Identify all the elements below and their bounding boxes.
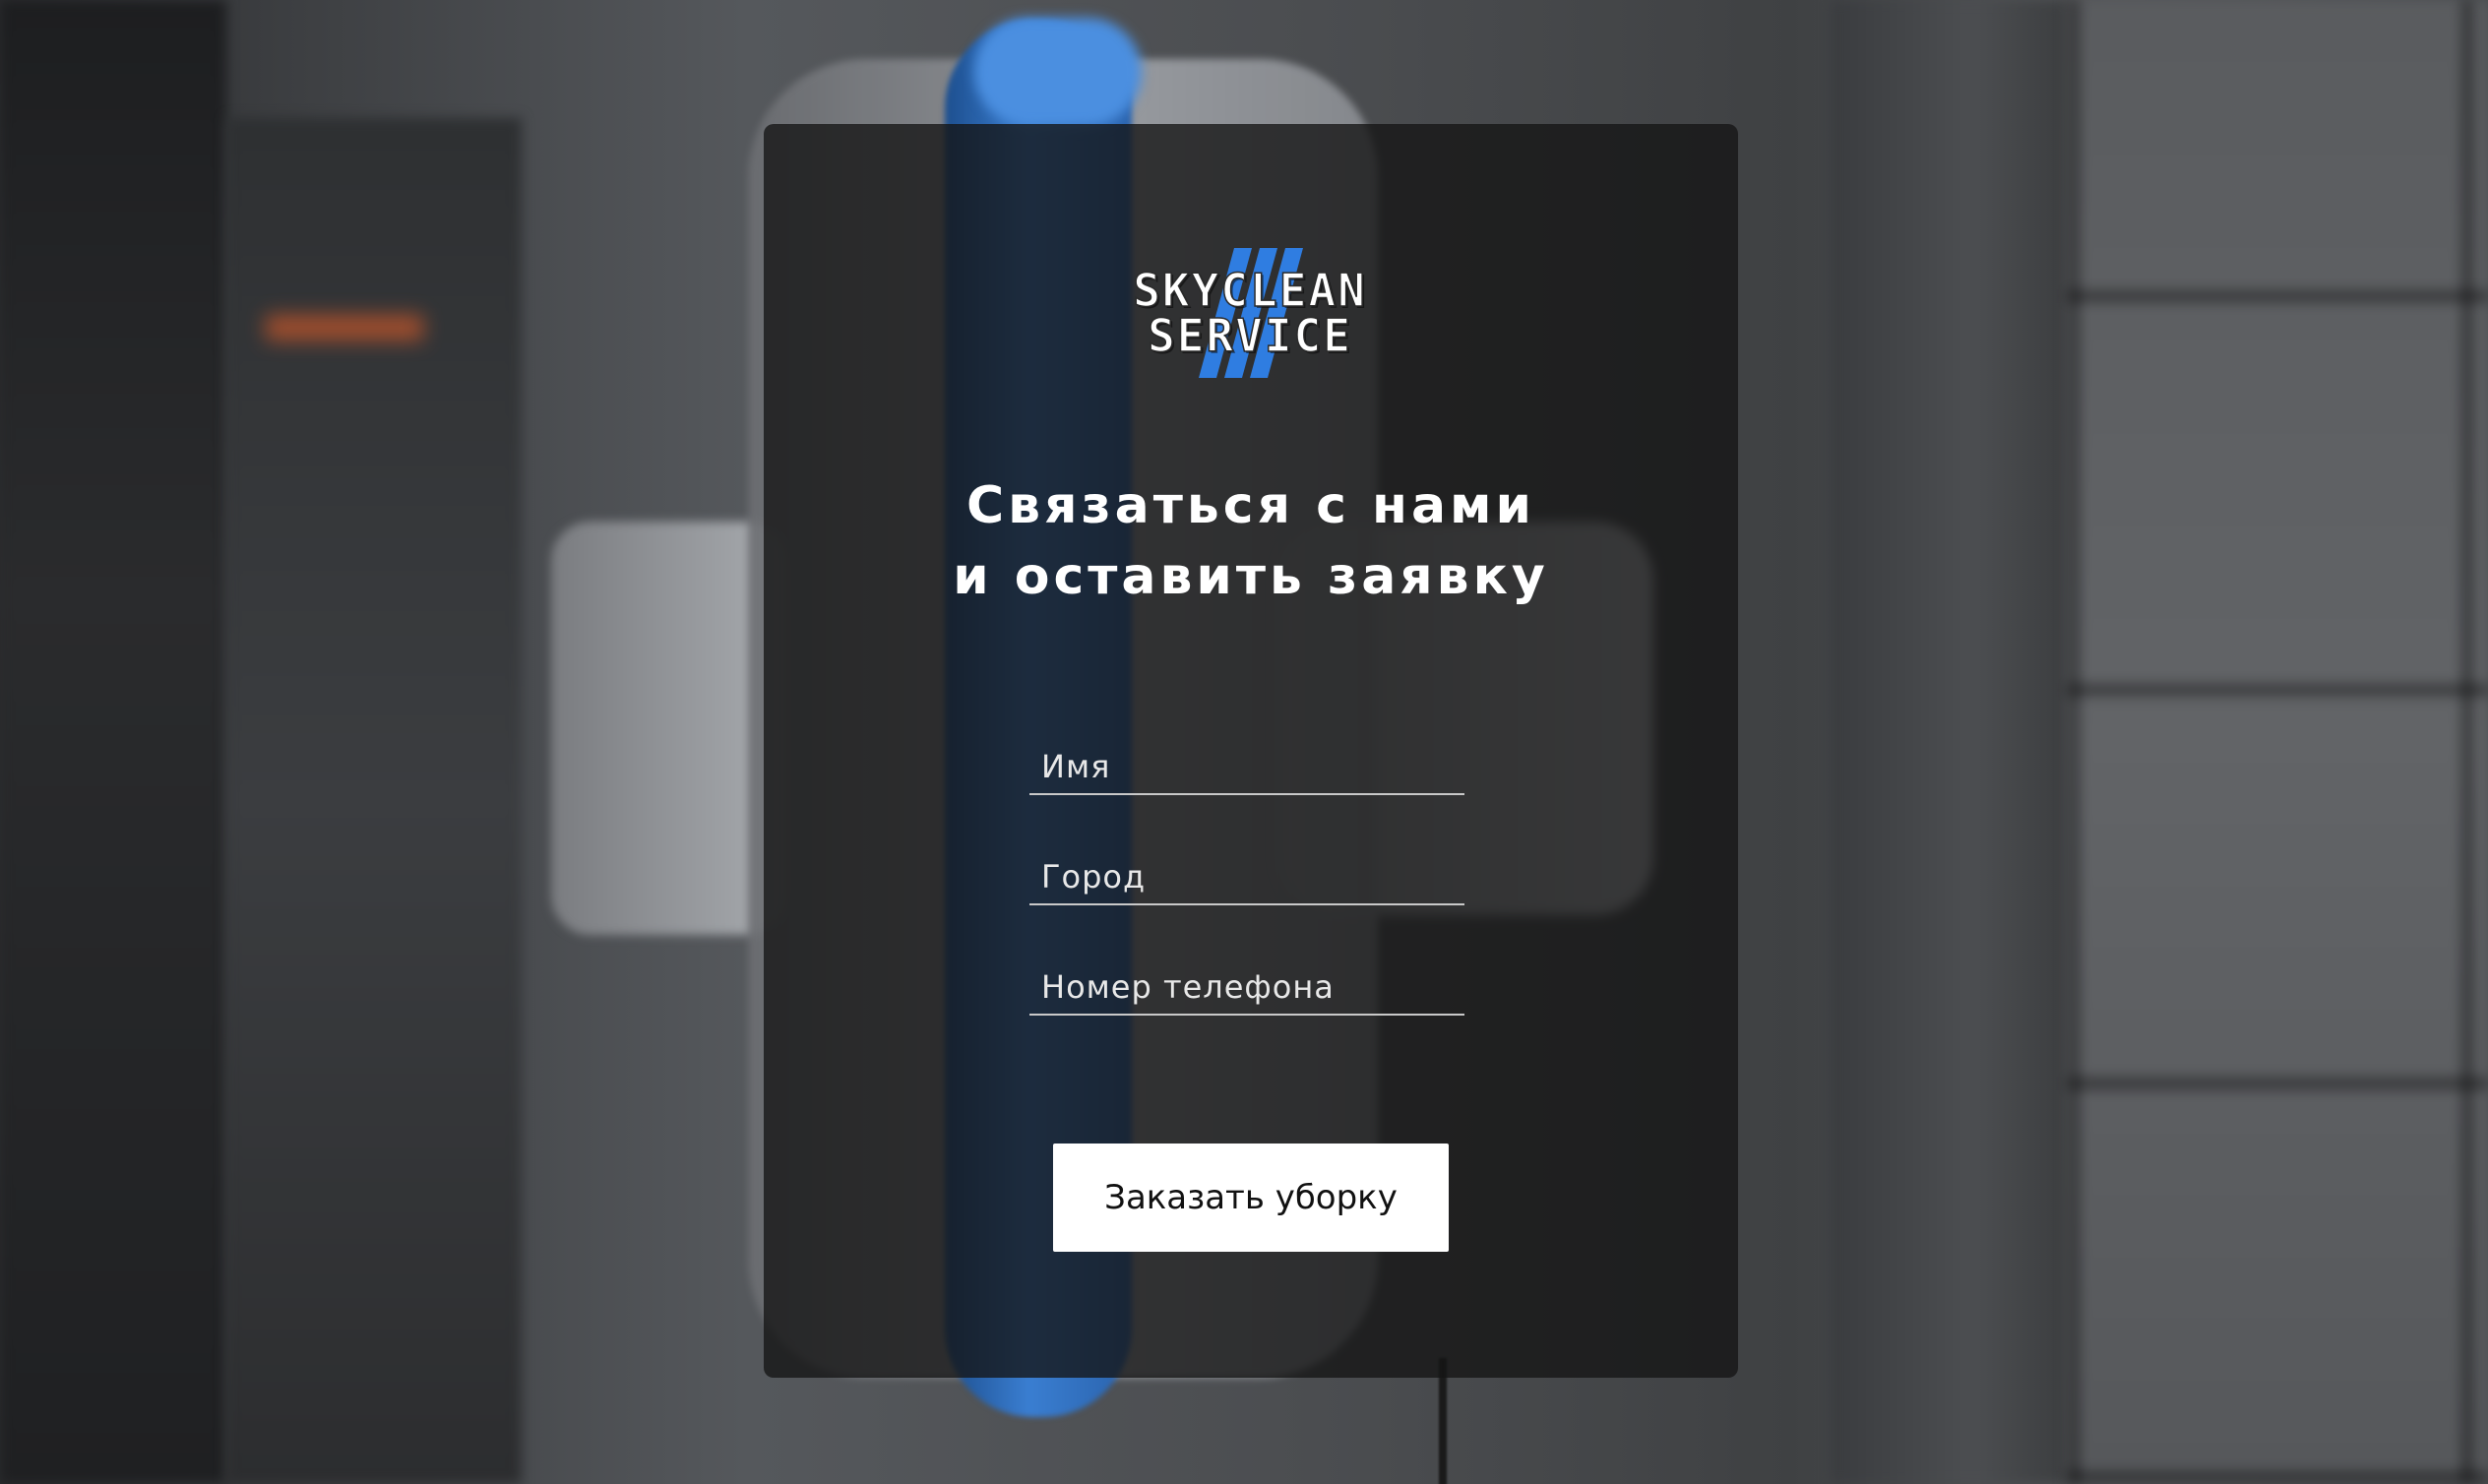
orange-light bbox=[266, 315, 423, 340]
city-input[interactable] bbox=[1029, 844, 1464, 903]
window-frame-left bbox=[0, 0, 226, 1484]
heading-line1: Связаться с нами bbox=[966, 476, 1535, 535]
robot-mop-top bbox=[974, 18, 1142, 126]
city-field bbox=[1029, 844, 1464, 905]
logo-text-line1: SKYCLEAN bbox=[1132, 264, 1367, 317]
logo-text-line2: SERVICE bbox=[1147, 309, 1352, 362]
tile-wall bbox=[2067, 0, 2488, 1484]
heading-line2: и оставить заявку bbox=[953, 547, 1549, 606]
name-input[interactable] bbox=[1029, 734, 1464, 793]
skyclean-logo: SKYCLEAN SERVICE bbox=[1132, 246, 1368, 384]
order-cleaning-button[interactable]: Заказать уборку bbox=[1053, 1144, 1449, 1252]
name-field bbox=[1029, 734, 1464, 795]
form-heading: Связаться с нами и оставить заявку bbox=[886, 470, 1616, 612]
pillar-right bbox=[1831, 0, 2067, 1484]
phone-field bbox=[1029, 955, 1464, 1016]
phone-input[interactable] bbox=[1029, 955, 1464, 1014]
